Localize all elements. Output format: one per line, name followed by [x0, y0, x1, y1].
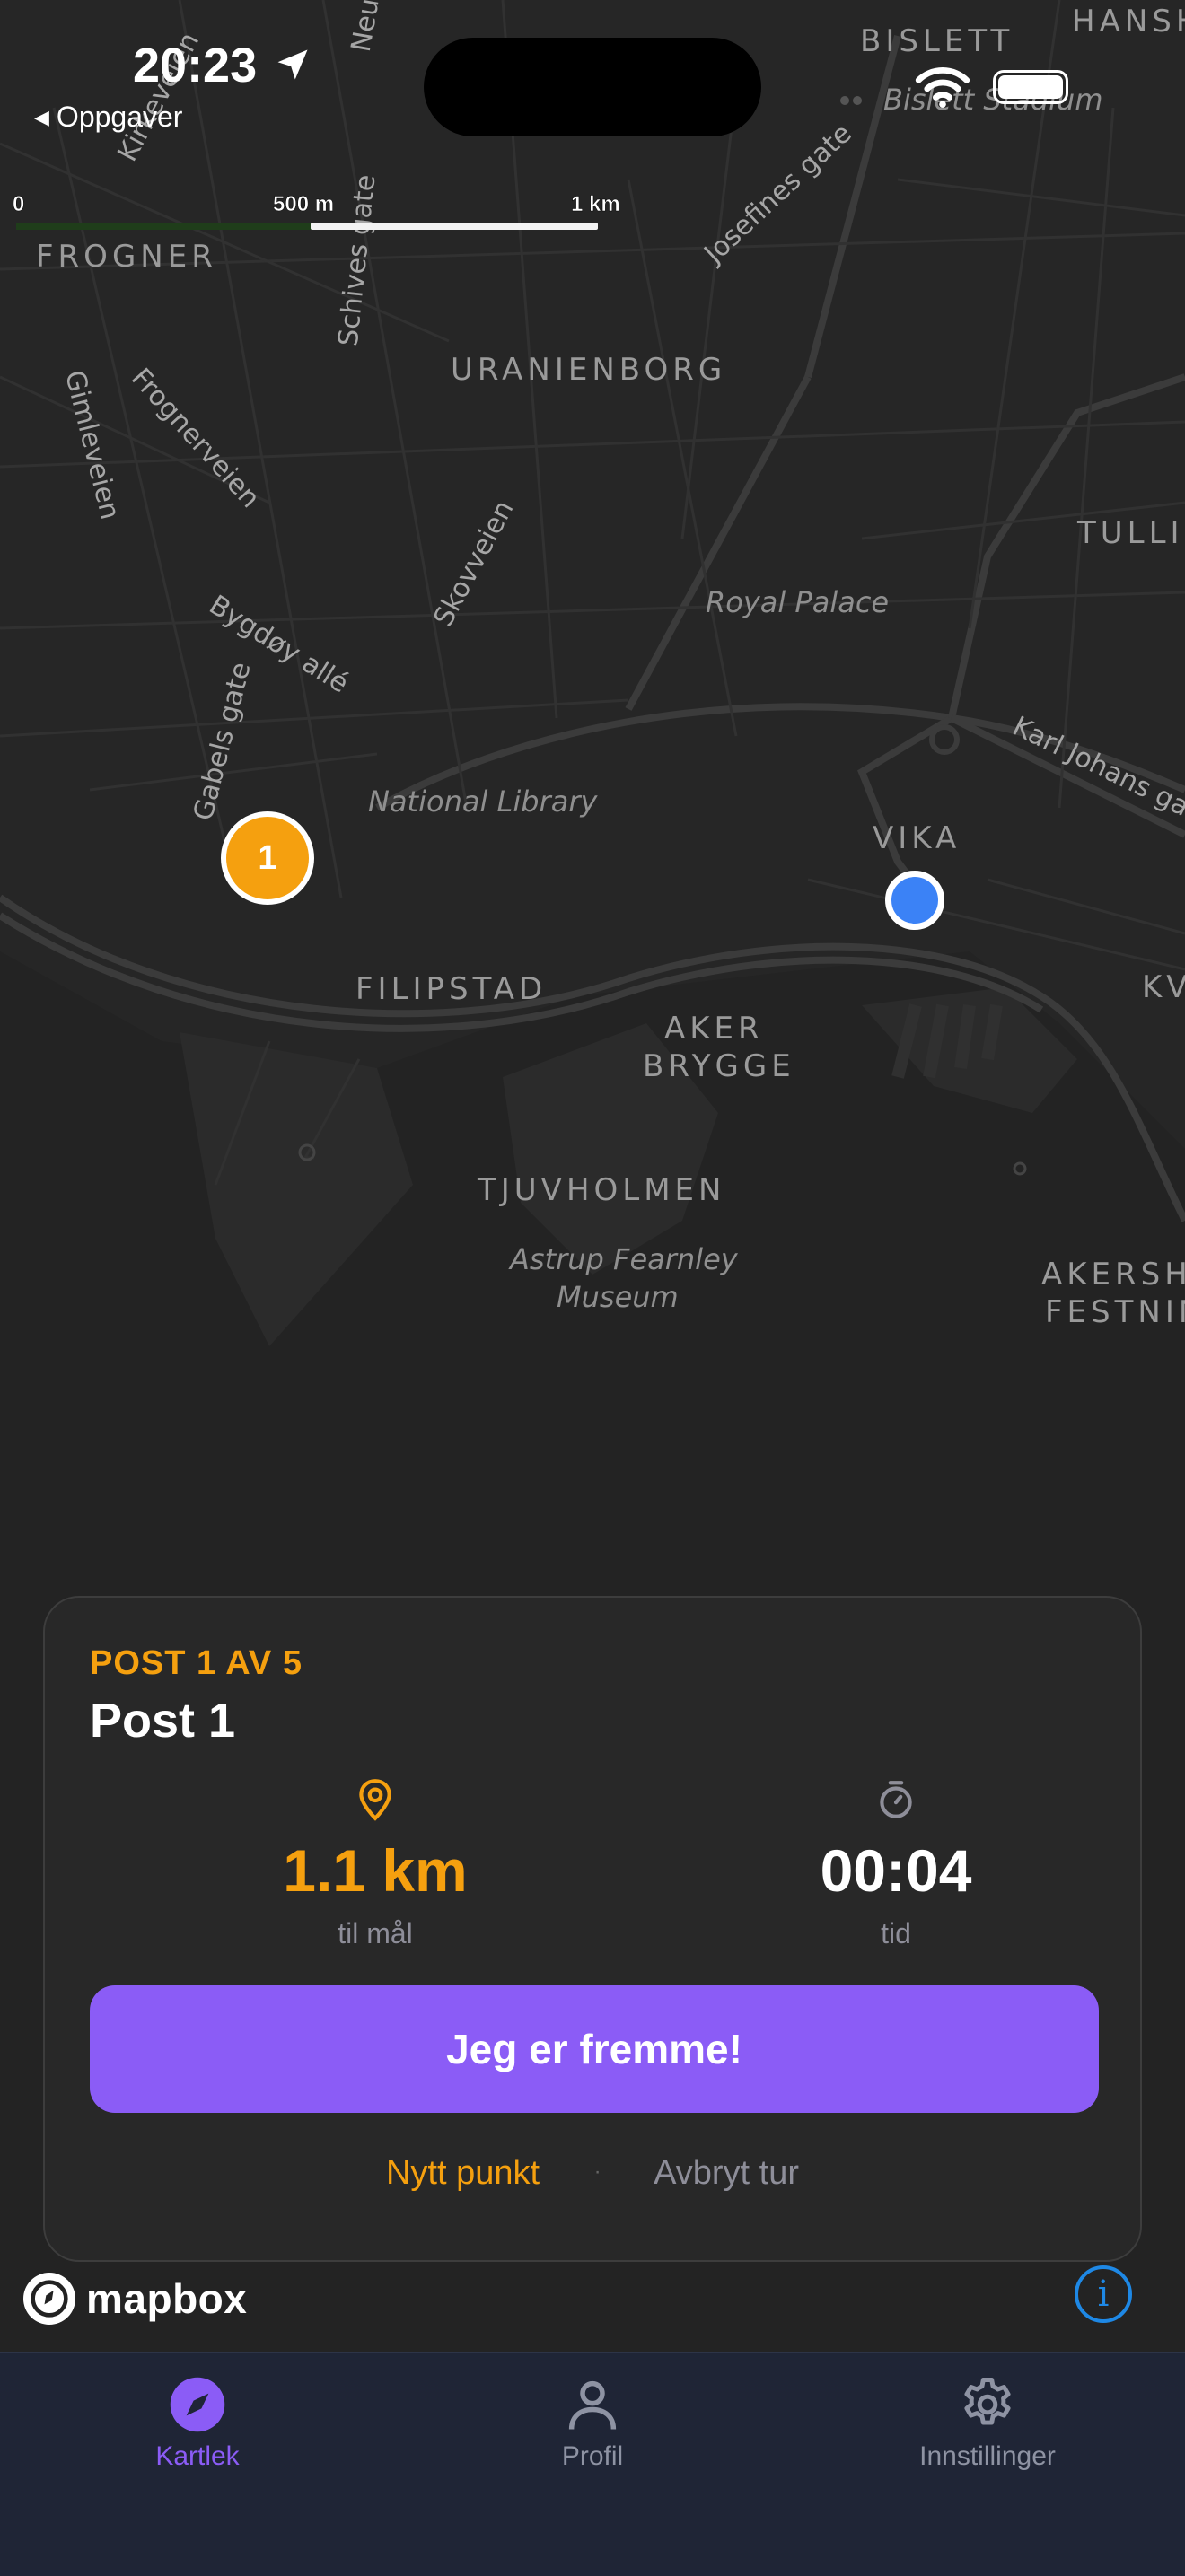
link-separator: · [593, 2160, 601, 2184]
district-label: FESTNING [1045, 1294, 1185, 1330]
person-icon [568, 2380, 617, 2430]
district-label: KV [1142, 969, 1185, 1005]
post-status-card: POST 1 AV 5 Post 1 1.1 km til mål 00:04 … [43, 1596, 1142, 2262]
district-label: TJUVHOLMEN [478, 1172, 726, 1208]
post-progress-label: POST 1 AV 5 [90, 1644, 303, 1682]
cancel-tour-link[interactable]: Avbryt tur [654, 2154, 799, 2192]
tab-label: Kartlek [155, 2441, 240, 2471]
back-triangle-icon: ◀ [34, 106, 49, 128]
cellular-signal-icon [840, 93, 865, 110]
back-link-label: Oppgaver [56, 101, 183, 133]
gear-icon [964, 2378, 1011, 2425]
mapbox-logo[interactable]: mapbox [23, 2273, 247, 2325]
district-label: HANSH [1072, 4, 1185, 39]
distance-label: til mål [338, 1917, 413, 1950]
mapbox-logo-icon [23, 2273, 75, 2325]
wifi-icon [915, 67, 970, 108]
poi-label: National Library [368, 784, 598, 819]
tab-kartlek[interactable]: Kartlek [63, 2375, 332, 2472]
scale-tick: 1 km [571, 192, 620, 217]
district-label: AKER [664, 1011, 764, 1047]
district-label: FROGNER [36, 239, 217, 275]
info-icon[interactable]: i [1075, 2265, 1132, 2323]
back-to-app-link[interactable]: ◀ Oppgaver [34, 101, 182, 134]
new-point-link[interactable]: Nytt punkt [386, 2154, 540, 2192]
post-title: Post 1 [90, 1694, 236, 1748]
scale-tick: 500 m [273, 192, 335, 217]
poi-label: Astrup Fearnley [510, 1242, 738, 1276]
district-label: TULLIN [1077, 515, 1185, 551]
tab-innstillinger[interactable]: Innstillinger [853, 2375, 1122, 2472]
time-value: 00:04 [820, 1837, 972, 1904]
distance-stat: 1.1 km til mål [196, 1777, 555, 1950]
location-arrow-icon [277, 49, 308, 80]
dynamic-island [424, 38, 761, 136]
scale-segment [311, 223, 598, 230]
poi-label: Royal Palace [706, 585, 890, 619]
scale-segment [16, 223, 312, 230]
pin-icon [359, 1779, 391, 1821]
tab-bar: Kartlek Profil Innstillinger [0, 2352, 1185, 2576]
status-time: 20:23 [133, 39, 258, 92]
arrived-button[interactable]: Jeg er fremme! [90, 1985, 1099, 2113]
tab-label: Profil [561, 2441, 624, 2471]
district-label: URANIENBORG [451, 352, 727, 388]
district-label: AKERSHU [1041, 1257, 1185, 1292]
tab-label: Innstillinger [919, 2441, 1056, 2471]
district-label: VIKA [873, 820, 961, 856]
distance-value: 1.1 km [283, 1837, 468, 1904]
compass-icon [170, 2377, 225, 2432]
battery-icon [993, 70, 1068, 104]
time-label: tid [881, 1917, 911, 1950]
tab-profil[interactable]: Profil [458, 2375, 727, 2472]
district-label: FILIPSTAD [356, 971, 548, 1007]
district-label: BISLETT [860, 23, 1014, 59]
post-marker[interactable]: 1 [221, 811, 314, 905]
stopwatch-icon [880, 1781, 912, 1818]
time-stat: 00:04 tid [716, 1777, 1075, 1950]
scale-tick: 0 [13, 192, 25, 217]
poi-label: Museum [557, 1280, 679, 1314]
map-scale-bar: 0 500 m 1 km [0, 192, 628, 237]
mapbox-wordmark: mapbox [86, 2275, 248, 2322]
user-location-dot [885, 871, 944, 930]
district-label: BRYGGE [643, 1048, 795, 1084]
card-links: Nytt punkt · Avbryt tur [45, 2154, 1140, 2193]
